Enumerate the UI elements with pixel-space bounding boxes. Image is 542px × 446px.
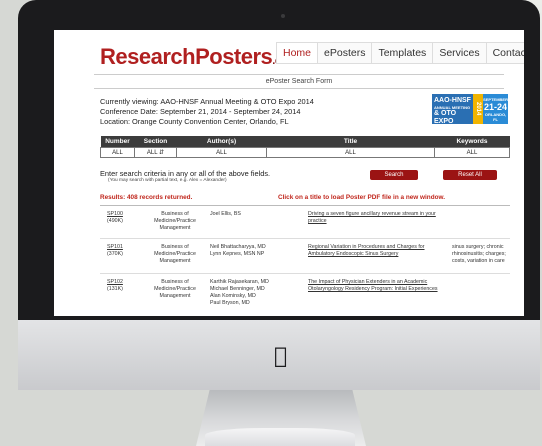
search-table: Number Section Author(s) Title Keywords …	[100, 136, 510, 158]
results-divider	[100, 205, 510, 206]
reset-all-button[interactable]: Reset All	[443, 170, 497, 180]
number-input[interactable]: ALL	[100, 147, 135, 158]
badge-year: 2014	[473, 94, 484, 124]
imac-monitor: ResearchPosters.com Home ePosters Templa…	[18, 0, 540, 390]
title-input[interactable]: ALL	[266, 147, 435, 158]
record-number: SP101 (370K)	[107, 244, 141, 258]
keywords-input[interactable]: ALL	[434, 147, 510, 158]
record-section: Business of Medicine/Practice Management	[154, 211, 196, 231]
camera	[281, 14, 285, 18]
click-note: Click on a title to load Poster PDF file…	[278, 194, 446, 201]
search-button[interactable]: Search	[370, 170, 418, 180]
row-divider	[100, 273, 510, 274]
nav-eposters[interactable]: ePosters	[318, 42, 373, 64]
form-title: ePoster Search Form	[94, 74, 504, 89]
record-section: Business of Medicine/Practice Management	[154, 279, 196, 299]
meeting-dates: Conference Date: September 21, 2014 - Se…	[100, 107, 301, 117]
main-nav: Home ePosters Templates Services Contact	[276, 42, 524, 64]
meeting-logo-badge: AAO-HNSF ANNUAL MEETING & OTO EXPO 2014 …	[432, 94, 508, 125]
record-number: SP102 (131K)	[107, 279, 141, 293]
record-section: Business of Medicine/Practice Management	[154, 244, 196, 264]
record-size: (370K)	[107, 251, 123, 257]
record-size: (490K)	[107, 218, 123, 224]
record-number-link[interactable]: SP100	[107, 211, 123, 217]
authors-input[interactable]: ALL	[176, 147, 267, 158]
header-title: Title	[266, 136, 435, 148]
table-row: SP101 (370K) Business of Medicine/Practic…	[100, 244, 510, 284]
site-header: ResearchPosters.com Home ePosters Templa…	[54, 30, 524, 72]
results-count: Results: 408 records returned.	[100, 194, 193, 201]
record-title-link[interactable]: Driving a seven figure ancillary revenue…	[308, 211, 448, 225]
badge-line1: AAO-HNSF	[434, 97, 471, 104]
site-logo[interactable]: ResearchPosters.com	[100, 44, 296, 70]
badge-days: 21-24	[484, 102, 508, 112]
badge-name: AAO-HNSF ANNUAL MEETING & OTO EXPO	[432, 94, 474, 125]
apple-logo-icon: 	[274, 346, 287, 368]
header-keywords: Keywords	[434, 136, 510, 148]
badge-dates: SEPTEMBER 21-24 ORLANDO, FL	[483, 94, 508, 124]
record-authors: Joel Ellis, BS	[210, 211, 241, 217]
header-authors: Author(s)	[176, 136, 267, 148]
screen: ResearchPosters.com Home ePosters Templa…	[54, 30, 524, 316]
section-select-value: ALL	[146, 150, 158, 156]
search-hint: (You may search with partial text, e.g. …	[108, 178, 227, 183]
select-arrow-icon: ⇵	[159, 150, 165, 156]
logo-part-research: Research	[100, 44, 196, 69]
monitor-stand-foot	[205, 428, 355, 446]
record-number-link[interactable]: SP101	[107, 244, 123, 250]
record-number: SP100 (490K)	[107, 211, 141, 225]
section-select[interactable]: ALL ⇵	[134, 147, 177, 158]
record-title-link[interactable]: The Impact of Physician Extenders in an …	[308, 279, 448, 293]
record-number-link[interactable]: SP102	[107, 279, 123, 285]
badge-line3: & OTO EXPO	[434, 110, 457, 125]
record-title-link[interactable]: Regional Variation in Procedures and Cha…	[308, 244, 448, 258]
meeting-location: Location: Orange County Convention Cente…	[100, 117, 289, 127]
record-keywords: sinus surgery; chronic rhinosinusitis; c…	[452, 244, 506, 264]
badge-city: ORLANDO, FL	[484, 112, 507, 122]
meeting-info: Currently viewing: AAO-HNSF Annual Meeti…	[100, 97, 314, 128]
record-size: (131K)	[107, 286, 123, 292]
nav-contact[interactable]: Contact	[486, 42, 524, 64]
nav-services[interactable]: Services	[433, 42, 487, 64]
meeting-viewing: Currently viewing: AAO-HNSF Annual Meeti…	[100, 97, 314, 106]
header-section: Section	[134, 136, 177, 148]
search-instruction: Enter search criteria in any or all of t…	[100, 169, 271, 178]
nav-home[interactable]: Home	[276, 42, 319, 64]
nav-templates[interactable]: Templates	[372, 42, 434, 64]
monitor-chin: 	[18, 320, 540, 390]
row-divider	[100, 238, 510, 239]
record-authors: Neil Bhattacharyya, MD Lynn Kepnes, MSN …	[210, 244, 266, 257]
logo-part-posters: Posters	[195, 44, 273, 69]
header-number: Number	[100, 136, 135, 148]
table-row: SP102 (131K) Business of Medicine/Practic…	[100, 279, 510, 316]
record-authors: Karthik Rajasekaran, MD Michael Benninge…	[210, 279, 269, 306]
